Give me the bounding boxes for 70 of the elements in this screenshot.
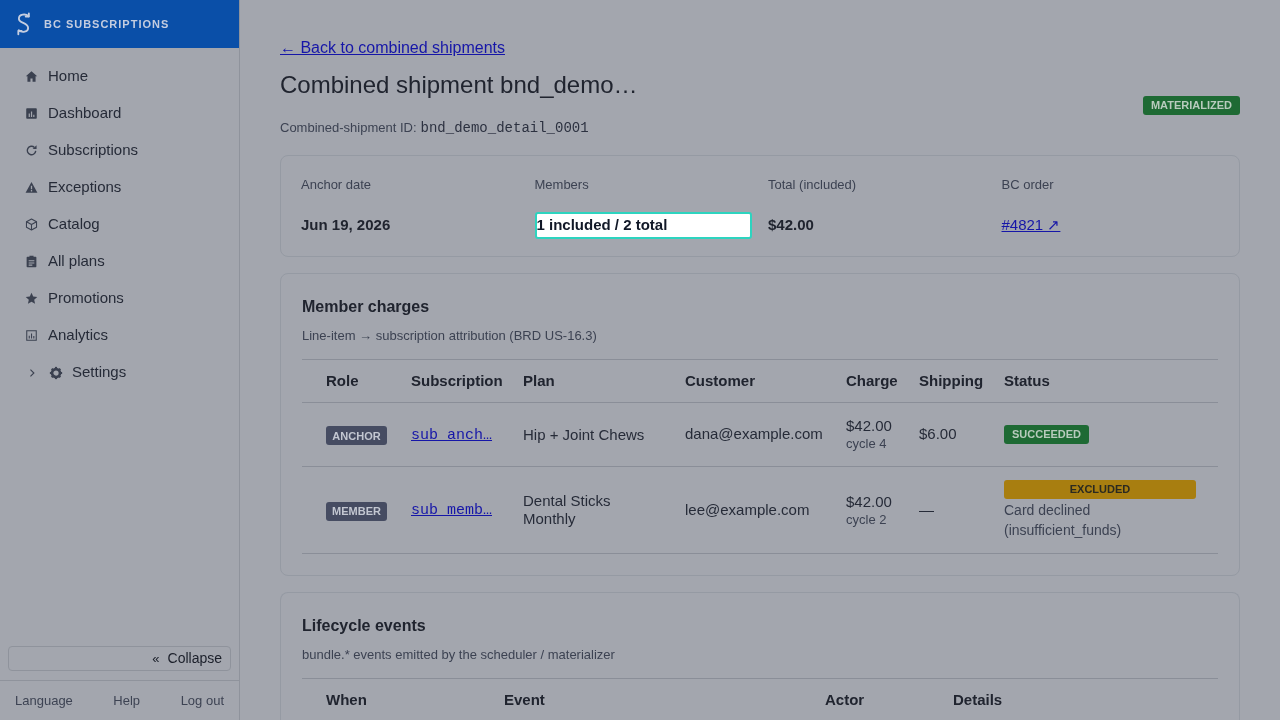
nav-item[interactable]: Settings bbox=[0, 354, 239, 391]
section-title: Lifecycle events bbox=[302, 616, 427, 636]
charge-amount: $42.00 bbox=[846, 491, 892, 511]
status-badge: EXCLUDED bbox=[1004, 480, 1196, 499]
column-header: Shipping bbox=[919, 370, 984, 391]
cycle-label: cycle 2 bbox=[846, 510, 887, 529]
subscription-link[interactable]: sub_memb… bbox=[411, 502, 492, 520]
table-cell-text: lee@example.com bbox=[685, 499, 810, 520]
highlighted-value: 1 included / 2 total bbox=[534, 212, 752, 239]
footer-link[interactable]: Log out bbox=[180, 690, 224, 711]
nav-item[interactable]: Exceptions bbox=[0, 169, 239, 206]
nav-item[interactable]: Analytics bbox=[0, 317, 239, 354]
field-value: Jun 19, 2026 bbox=[301, 215, 391, 236]
back-link[interactable]: ← Back to combined shipments bbox=[280, 38, 505, 58]
nav-item[interactable]: Home bbox=[0, 58, 239, 95]
bar-chart-icon bbox=[25, 329, 38, 342]
warning-icon bbox=[25, 181, 38, 194]
settings-icon bbox=[49, 365, 63, 380]
column-header: Status bbox=[1004, 370, 1050, 391]
field-value: $42.00 bbox=[768, 215, 814, 236]
role-badge: ANCHOR bbox=[326, 426, 387, 446]
field-label: Total (included) bbox=[768, 177, 858, 193]
column-header: Subscription bbox=[411, 370, 503, 391]
brand-name: BC SUBSCRIPTIONS bbox=[44, 16, 170, 32]
column-header: Charge bbox=[846, 370, 898, 391]
status-badge: MATERIALIZED bbox=[1142, 95, 1240, 115]
table-cell-text: Dental Sticks Monthly bbox=[523, 492, 612, 528]
table-cell-text: dana@example.com bbox=[685, 424, 823, 445]
chevron-right-icon bbox=[27, 367, 37, 378]
table-cell-text: — bbox=[919, 499, 934, 520]
status-badge: SUCCEEDED bbox=[1004, 425, 1090, 444]
id-label: Combined-shipment ID: bbox=[280, 120, 417, 136]
footer-link[interactable]: Language bbox=[15, 690, 73, 711]
column-header: When bbox=[326, 689, 367, 710]
subscription-link[interactable]: sub_anch… bbox=[411, 426, 492, 444]
column-header: Actor bbox=[825, 689, 865, 710]
nav-item[interactable]: Promotions bbox=[0, 280, 239, 317]
refresh-icon bbox=[25, 144, 38, 157]
field-label: Members bbox=[534, 177, 590, 193]
section-subtitle: Line-item → subscription attribution (BRD US-16.3) bbox=[302, 328, 598, 344]
id-value: bnd_demo_detail_0001 bbox=[420, 120, 589, 136]
dashboard-icon bbox=[25, 107, 38, 120]
field-label: Anchor date bbox=[301, 177, 373, 193]
footer-link[interactable]: Help bbox=[113, 690, 141, 711]
table-cell-text: $6.00 bbox=[919, 424, 957, 445]
column-header: Plan bbox=[523, 370, 555, 391]
page-title: Combined shipment bnd_demo… bbox=[280, 70, 638, 100]
clipboard-icon bbox=[25, 255, 38, 268]
column-header: Details bbox=[953, 689, 1003, 710]
cycle-label: cycle 4 bbox=[846, 435, 887, 453]
logo-icon bbox=[14, 12, 33, 36]
nav-item[interactable]: Catalog bbox=[0, 206, 239, 243]
column-header: Event bbox=[504, 689, 545, 710]
table-cell: Hip + Joint Chews bbox=[523, 425, 645, 444]
collapse-button[interactable]: « Collapse bbox=[8, 646, 231, 671]
star-icon bbox=[25, 292, 38, 305]
nav-item[interactable]: Dashboard bbox=[0, 95, 239, 132]
status-note: Card declined (insufficient_funds) bbox=[1004, 501, 1123, 540]
nav-item[interactable]: Subscriptions bbox=[0, 132, 239, 169]
column-header: Customer bbox=[685, 370, 755, 391]
column-header: Role bbox=[326, 370, 359, 391]
nav-item[interactable]: All plans bbox=[0, 243, 239, 280]
section-subtitle: bundle.* events emitted by the scheduler / materializer bbox=[302, 647, 616, 663]
order-link[interactable]: #4821 ↗ bbox=[1001, 214, 1061, 237]
home-icon bbox=[25, 70, 38, 83]
role-badge: MEMBER bbox=[326, 501, 387, 521]
charge-amount: $42.00 bbox=[846, 416, 892, 435]
section-title: Member charges bbox=[302, 297, 431, 317]
field-label: BC order bbox=[1001, 177, 1055, 193]
cube-icon bbox=[25, 218, 38, 231]
